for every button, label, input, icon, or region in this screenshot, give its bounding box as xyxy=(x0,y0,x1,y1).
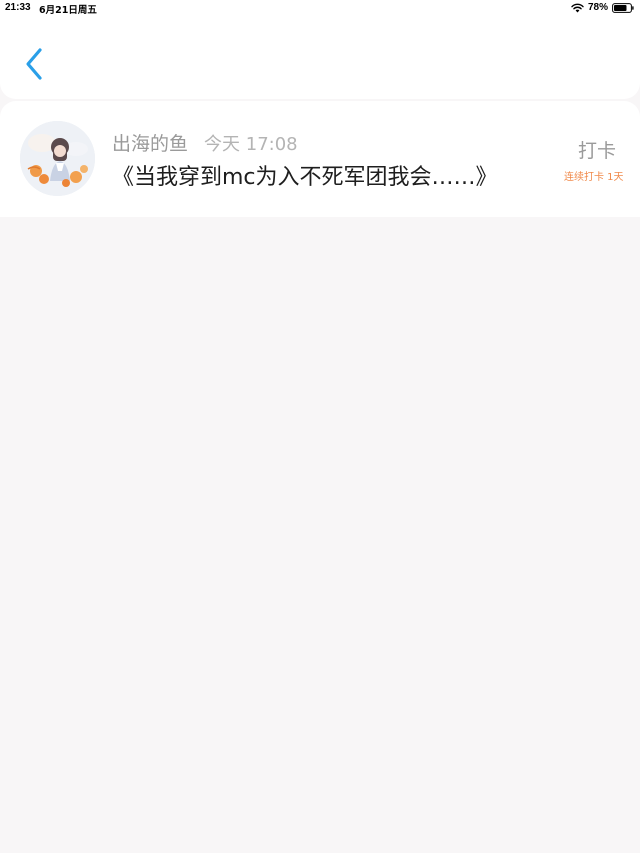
status-time: 21:33 xyxy=(5,2,31,13)
battery-percentage: 78% xyxy=(587,2,608,13)
status-bar: 21:33 6月21日周五 78% xyxy=(0,0,640,16)
post-meta: 出海的鱼 今天 17:08 xyxy=(112,129,298,156)
streak-label: 连续打卡 1天 xyxy=(564,172,624,183)
battery-icon xyxy=(612,2,634,13)
back-button[interactable] xyxy=(18,44,50,84)
chevron-left-icon xyxy=(26,48,42,80)
post-title[interactable]: 《当我穿到mc为入不死军团我会……》 xyxy=(112,159,498,191)
wifi-icon xyxy=(571,3,584,12)
status-date: 6月21日周五 xyxy=(39,5,97,16)
checkin-button[interactable]: 打卡 xyxy=(578,136,616,163)
post-card[interactable]: 出海的鱼 今天 17:08 《当我穿到mc为入不死军团我会……》 打卡 连续打卡 … xyxy=(0,101,640,217)
status-indicators: 78% xyxy=(571,2,634,13)
username[interactable]: 出海的鱼 xyxy=(112,133,188,155)
avatar-image xyxy=(20,121,95,196)
post-timestamp: 今天 17:08 xyxy=(204,134,298,155)
avatar[interactable] xyxy=(20,121,95,196)
